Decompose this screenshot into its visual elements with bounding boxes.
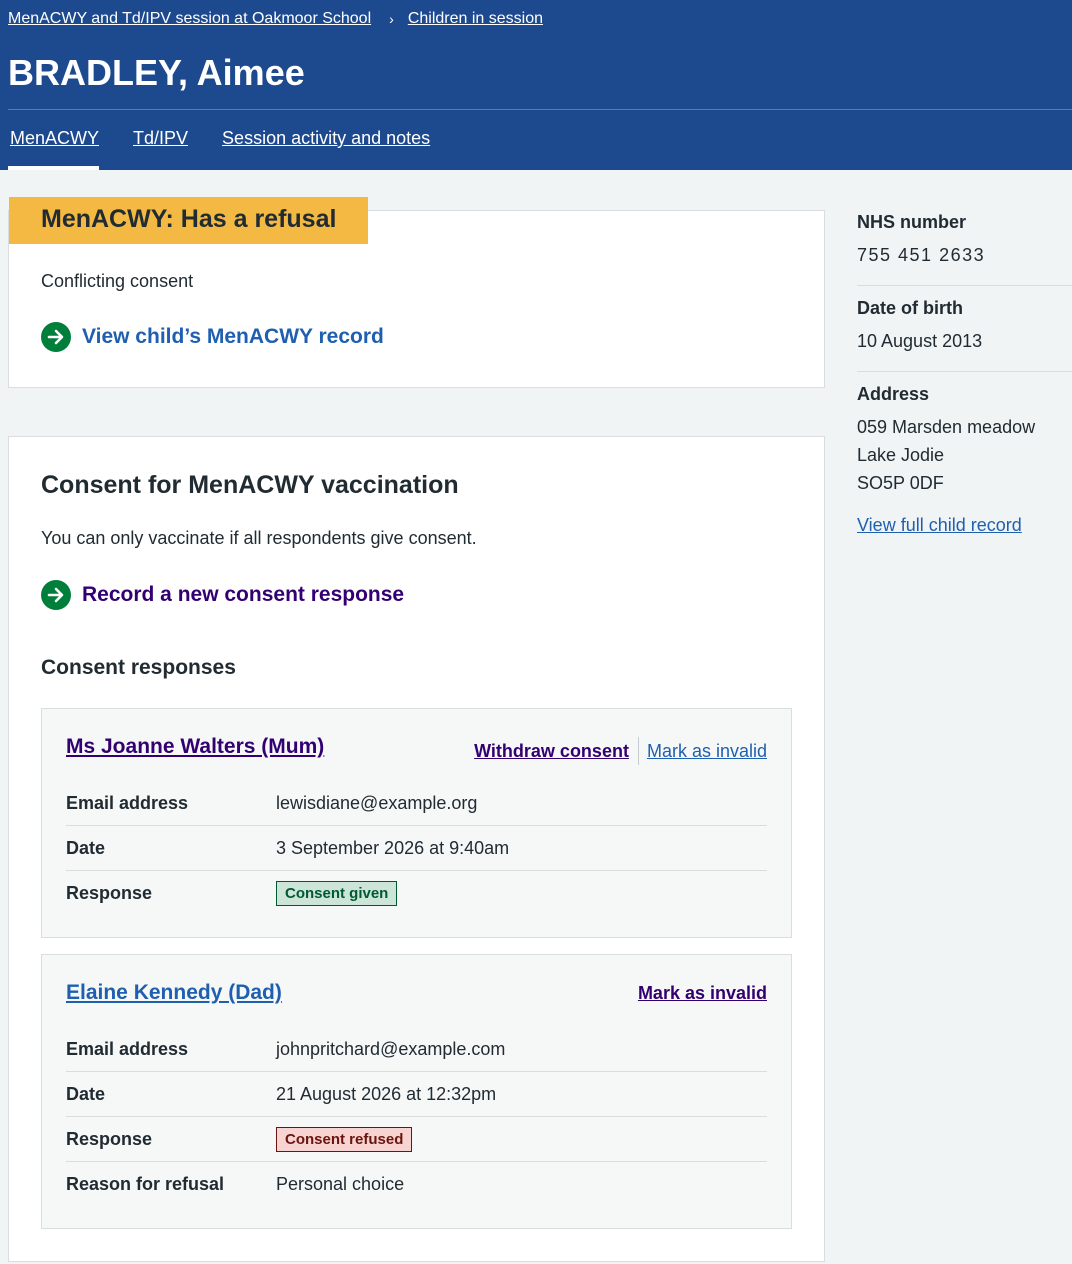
email-row: Email address lewisdiane@example.org: [66, 781, 767, 826]
breadcrumb: MenACWY and Td/IPV session at Oakmoor Sc…: [8, 10, 543, 28]
mark-invalid-link[interactable]: Mark as invalid: [647, 741, 767, 762]
date-value: 21 August 2026 at 12:32pm: [276, 1083, 497, 1104]
withdraw-consent-link[interactable]: Withdraw consent: [474, 741, 629, 762]
consent-refused-badge: Consent refused: [276, 1126, 413, 1152]
response-details: Email address lewisdiane@example.org Dat…: [66, 781, 767, 916]
respondent-name-link[interactable]: Ms Joanne Walters (Mum): [66, 735, 324, 759]
consent-heading: Consent for MenACWY vaccination: [41, 471, 459, 499]
date-label: Date: [66, 1083, 106, 1104]
child-summary-sidebar: NHS number 755 451 2633 Date of birth 10…: [857, 200, 1072, 552]
response-label: Response: [66, 883, 153, 903]
response-actions: Withdraw consent Mark as invalid: [474, 737, 767, 765]
chevron-right-icon: ›: [389, 11, 394, 27]
consent-response-card: Elaine Kennedy (Dad) Mark as invalid Ema…: [41, 954, 792, 1229]
breadcrumb-children-link[interactable]: Children in session: [408, 10, 543, 28]
date-row: Date 3 September 2026 at 9:40am: [66, 826, 767, 871]
address-block: Address 059 Marsden meadow Lake Jodie SO…: [857, 372, 1072, 552]
tab-bar: MenACWY Td/IPV Session activity and note…: [0, 110, 456, 170]
nhs-number-value: 755 451 2633: [857, 245, 986, 265]
consent-response-card: Ms Joanne Walters (Mum) Withdraw consent…: [41, 708, 792, 938]
email-label: Email address: [66, 792, 189, 813]
dob-block: Date of birth 10 August 2013: [857, 286, 1072, 372]
page-title: BRADLEY, Aimee: [8, 52, 305, 93]
breadcrumb-session-link[interactable]: MenACWY and Td/IPV session at Oakmoor Sc…: [8, 10, 371, 28]
arrow-right-circle-icon: [41, 580, 71, 610]
dob-value: 10 August 2013: [857, 331, 983, 351]
address-line: 059 Marsden meadow: [857, 417, 1036, 437]
tab-session-activity[interactable]: Session activity and notes: [222, 110, 430, 170]
address-label: Address: [857, 384, 930, 404]
email-label: Email address: [66, 1038, 189, 1059]
view-record-link[interactable]: View child’s MenACWY record: [41, 322, 384, 352]
address-line: SO5P 0DF: [857, 473, 944, 493]
respondent-name-link[interactable]: Elaine Kennedy (Dad): [66, 981, 282, 1005]
email-value: lewisdiane@example.org: [276, 792, 478, 813]
reason-value: Personal choice: [276, 1174, 405, 1194]
arrow-right-circle-icon: [41, 322, 71, 352]
consent-card: Consent for MenACWY vaccination You can …: [8, 436, 825, 1262]
consent-given-badge: Consent given: [276, 881, 398, 906]
responses-heading: Consent responses: [41, 656, 236, 679]
date-value: 3 September 2026 at 9:40am: [276, 837, 510, 858]
email-row: Email address johnpritchard@example.com: [66, 1027, 767, 1072]
reason-row: Reason for refusal Personal choice: [66, 1162, 767, 1207]
response-row: Response Consent given: [66, 871, 767, 916]
reason-label: Reason for refusal: [66, 1174, 225, 1194]
dob-label: Date of birth: [857, 298, 963, 318]
email-value: johnpritchard@example.com: [276, 1038, 506, 1059]
view-record-label: View child’s MenACWY record: [82, 325, 384, 348]
consent-intro: You can only vaccinate if all respondent…: [41, 528, 477, 548]
tab-menacwy[interactable]: MenACWY: [8, 110, 100, 170]
record-consent-label: Record a new consent response: [82, 583, 405, 606]
status-tag: MenACWY: Has a refusal: [9, 197, 369, 244]
date-row: Date 21 August 2026 at 12:32pm: [66, 1072, 767, 1117]
nhs-number-label: NHS number: [857, 212, 967, 232]
date-label: Date: [66, 837, 106, 858]
mark-invalid-link[interactable]: Mark as invalid: [638, 983, 767, 1004]
response-row: Response Consent refused: [66, 1117, 767, 1162]
page-header: MenACWY and Td/IPV session at Oakmoor Sc…: [0, 0, 1072, 170]
view-full-record-link[interactable]: View full child record: [857, 515, 1072, 536]
record-consent-link[interactable]: Record a new consent response: [41, 580, 404, 610]
response-details: Email address johnpritchard@example.com …: [66, 1027, 767, 1207]
nhs-number-block: NHS number 755 451 2633: [857, 200, 1072, 286]
address-line: Lake Jodie: [857, 445, 945, 465]
status-card: MenACWY: Has a refusal Conflicting conse…: [8, 197, 825, 388]
response-actions: Mark as invalid: [638, 983, 767, 1004]
tab-td-ipv[interactable]: Td/IPV: [133, 110, 188, 170]
response-label: Response: [66, 1128, 153, 1149]
status-detail: Conflicting consent: [41, 271, 194, 291]
action-divider: [637, 737, 639, 765]
